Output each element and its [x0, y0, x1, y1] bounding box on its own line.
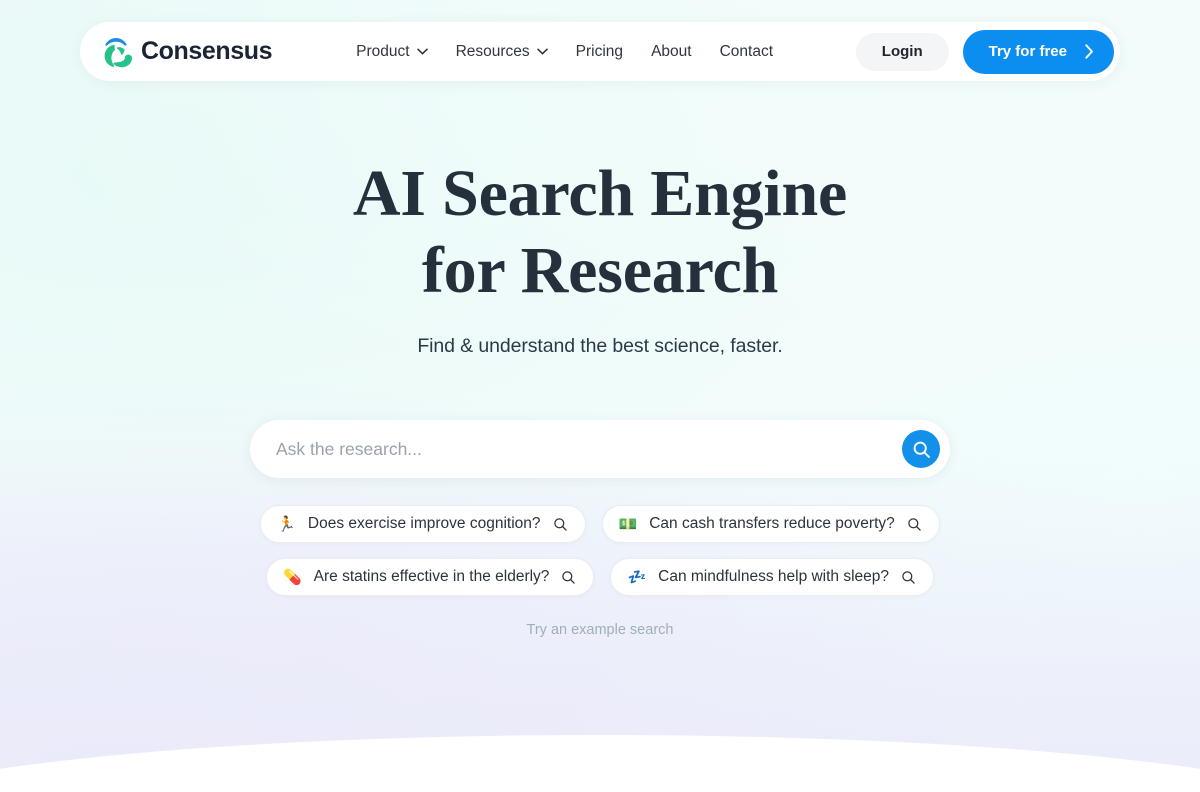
search-icon: [901, 570, 916, 585]
search-icon: [907, 517, 922, 532]
pill-emoji: 💊: [282, 567, 302, 586]
brand-logo-link[interactable]: Consensus: [102, 36, 273, 68]
example-search-chips: 🏃 Does exercise improve cognition? 💵 Can…: [250, 505, 950, 597]
nav-item-product[interactable]: Product: [342, 35, 441, 69]
nav-item-about[interactable]: About: [637, 35, 706, 69]
chevron-down-icon: [416, 48, 428, 55]
search-input[interactable]: [250, 420, 950, 479]
headline-line-2: for Research: [421, 234, 779, 308]
nav-label-pricing: Pricing: [575, 42, 624, 60]
nav-label-contact: Contact: [719, 42, 773, 60]
search-icon: [561, 570, 576, 585]
runner-emoji: 🏃: [277, 514, 296, 533]
example-chip-exercise[interactable]: 🏃 Does exercise improve cognition?: [260, 505, 586, 544]
chevron-down-icon: [536, 48, 548, 55]
search-icon: [912, 440, 931, 459]
sleep-zzz-emoji: 💤: [627, 567, 647, 586]
example-chip-statins[interactable]: 💊 Are statins effective in the elderly?: [265, 558, 595, 597]
search-row: [0, 420, 1200, 479]
header-bar: Consensus Product Resources Pricing Abou…: [80, 22, 1120, 81]
example-chip-label: Can cash transfers reduce poverty?: [649, 515, 895, 533]
chevron-right-icon: [1085, 44, 1094, 59]
search-submit-button[interactable]: [902, 430, 940, 469]
example-chip-label: Are statins effective in the elderly?: [313, 568, 550, 586]
header-actions: Login Try for free: [855, 29, 1114, 74]
search-icon: [553, 517, 568, 532]
example-chip-label: Does exercise improve cognition?: [307, 515, 541, 533]
headline-line-1: AI Search Engine: [352, 157, 848, 230]
try-for-free-button[interactable]: Try for free: [962, 29, 1114, 74]
page-title: AI Search Engine for Research: [0, 155, 1200, 309]
nav-label-resources: Resources: [455, 42, 530, 60]
consensus-c-logo-icon: [102, 36, 132, 68]
search-bar: [250, 420, 950, 479]
site-header: Consensus Product Resources Pricing Abou…: [80, 22, 1120, 81]
hero-subtitle: Find & understand the best science, fast…: [417, 335, 783, 358]
banknote-emoji: 💵: [618, 514, 638, 533]
nav-item-resources[interactable]: Resources: [442, 35, 562, 69]
nav-item-contact[interactable]: Contact: [706, 35, 787, 69]
brand-name: Consensus: [141, 37, 273, 65]
example-chip-label: Can mindfulness help with sleep?: [658, 568, 890, 586]
nav-label-product: Product: [356, 42, 410, 60]
main-nav: Product Resources Pricing About Contact: [342, 35, 787, 69]
login-button[interactable]: Login: [855, 32, 949, 71]
try-for-free-label: Try for free: [988, 43, 1067, 60]
example-chip-mindfulness[interactable]: 💤 Can mindfulness help with sleep?: [610, 558, 935, 597]
example-chip-cash-transfers[interactable]: 💵 Can cash transfers reduce poverty?: [601, 505, 940, 544]
try-example-note: Try an example search: [526, 622, 674, 639]
nav-label-about: About: [651, 42, 692, 60]
hero-section: AI Search Engine for Research Find & und…: [0, 0, 1200, 638]
nav-item-pricing[interactable]: Pricing: [562, 35, 637, 69]
